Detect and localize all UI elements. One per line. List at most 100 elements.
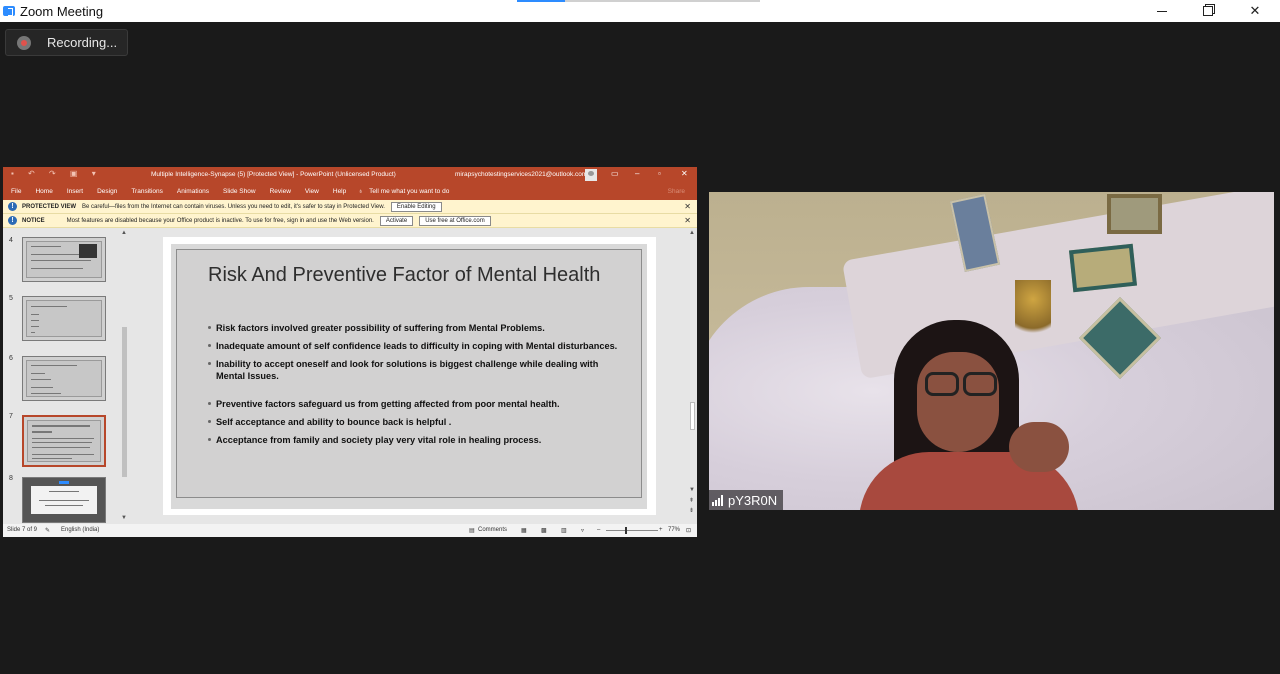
slide-canvas: Risk And Preventive Factor of Mental Hea… bbox=[163, 237, 656, 515]
tab-help[interactable]: Help bbox=[333, 188, 346, 195]
close-icon[interactable]: ✕ bbox=[684, 202, 691, 211]
current-slide[interactable]: Risk And Preventive Factor of Mental Hea… bbox=[171, 244, 647, 509]
share-tab-indicator bbox=[517, 0, 565, 2]
enable-editing-button[interactable]: Enable Editing bbox=[390, 201, 442, 212]
slide-thumbnail-selected[interactable] bbox=[22, 415, 106, 467]
slide-thumbnail-pane: 4 5 6 7 8 ▲ ▼ bbox=[3, 229, 129, 523]
participant-hand bbox=[1009, 422, 1069, 472]
thumbnail-preview bbox=[26, 300, 102, 337]
connection-signal-icon bbox=[712, 494, 723, 506]
tab-transitions[interactable]: Transitions bbox=[131, 188, 163, 195]
slide-thumbnail[interactable] bbox=[22, 296, 106, 341]
participant-name-tag: pY3R0N bbox=[709, 490, 784, 510]
fit-to-window-icon[interactable]: ⊡ bbox=[686, 527, 691, 534]
participant-video[interactable]: pY3R0N bbox=[709, 192, 1274, 510]
scroll-down-icon[interactable]: ▼ bbox=[121, 515, 127, 521]
previous-slide-icon[interactable]: ⇞ bbox=[689, 497, 694, 504]
tab-review[interactable]: Review bbox=[270, 188, 291, 195]
share-button[interactable]: Share bbox=[668, 188, 685, 195]
slide-thumbnail[interactable] bbox=[22, 356, 106, 401]
thumbnail-number: 8 bbox=[9, 475, 13, 482]
participant-name: pY3R0N bbox=[728, 492, 778, 508]
ppt-ribbon-display-icon[interactable]: ▭ bbox=[611, 169, 619, 178]
thumbnail-preview bbox=[31, 486, 97, 514]
tab-design[interactable]: Design bbox=[97, 188, 117, 195]
thumbnail-scrollbar[interactable]: ▲ ▼ bbox=[120, 229, 129, 523]
close-icon[interactable]: ✕ bbox=[684, 216, 691, 225]
tab-animations[interactable]: Animations bbox=[177, 188, 209, 195]
ppt-user-email: mirapsychotestingservices2021@outlook.co… bbox=[455, 171, 588, 178]
bullet-item: Self acceptance and ability to bounce ba… bbox=[208, 416, 628, 428]
ppt-close-icon[interactable]: ✕ bbox=[681, 169, 688, 178]
close-button[interactable]: ✕ bbox=[1232, 0, 1278, 22]
lightbulb-icon: ♁ bbox=[358, 188, 364, 195]
thumbnail-number: 7 bbox=[9, 413, 13, 420]
thumbnail-preview bbox=[26, 360, 102, 397]
bullet-item: Acceptance from family and society play … bbox=[208, 434, 628, 446]
ppt-title-bar: ▪ ↶ ↷ ▣ ▾ Multiple Intelligence-Synapse … bbox=[3, 167, 697, 183]
minimize-button[interactable] bbox=[1139, 0, 1185, 22]
tab-file[interactable]: File bbox=[11, 188, 21, 195]
record-icon bbox=[17, 35, 31, 50]
activate-button[interactable]: Activate bbox=[379, 215, 414, 226]
scroll-up-icon[interactable]: ▲ bbox=[689, 230, 695, 236]
language-indicator[interactable]: English (India) bbox=[61, 527, 99, 533]
next-slide-icon[interactable]: ⇟ bbox=[689, 507, 694, 514]
notice-banner: ! NOTICE Most features are disabled beca… bbox=[3, 214, 697, 228]
zoom-title-bar: Zoom Meeting ✕ bbox=[0, 0, 1280, 22]
ppt-ribbon-tabs: File Home Insert Design Transitions Anim… bbox=[3, 183, 697, 200]
scroll-up-icon[interactable]: ▲ bbox=[121, 230, 127, 236]
normal-view-icon[interactable]: ▦ bbox=[521, 527, 527, 534]
bullet-item: Inability to accept oneself and look for… bbox=[208, 358, 628, 382]
ppt-restore-icon[interactable]: ▫ bbox=[658, 169, 661, 178]
recording-label: Recording... bbox=[47, 35, 118, 50]
zoom-in-icon[interactable]: + bbox=[659, 527, 663, 533]
recording-indicator[interactable]: Recording... bbox=[5, 29, 128, 56]
slide-thumbnail[interactable] bbox=[22, 237, 106, 282]
thumbnail-preview bbox=[27, 420, 101, 462]
slide-frame: Risk And Preventive Factor of Mental Hea… bbox=[176, 249, 642, 498]
slide-sorter-icon[interactable]: ▩ bbox=[541, 527, 547, 534]
participant-face bbox=[917, 352, 999, 452]
tab-home[interactable]: Home bbox=[35, 188, 52, 195]
comments-button[interactable]: Comments bbox=[478, 527, 507, 533]
tab-view[interactable]: View bbox=[305, 188, 319, 195]
slide-title: Risk And Preventive Factor of Mental Hea… bbox=[208, 264, 601, 286]
zoom-out-icon[interactable]: – bbox=[597, 527, 600, 533]
restore-button[interactable] bbox=[1185, 0, 1231, 22]
participant-glasses bbox=[921, 372, 997, 396]
protected-view-message: Be careful—files from the Internet can c… bbox=[82, 203, 385, 210]
tab-insert[interactable]: Insert bbox=[67, 188, 83, 195]
ppt-document-title: Multiple Intelligence-Synapse (5) [Prote… bbox=[151, 171, 396, 178]
ppt-quick-access-icons: ▪ ↶ ↷ ▣ ▾ bbox=[11, 169, 102, 178]
ppt-user-avatar[interactable] bbox=[585, 169, 597, 181]
protected-view-label: PROTECTED VIEW bbox=[22, 203, 77, 210]
notice-label: NOTICE bbox=[22, 217, 45, 224]
thumbnail-number: 6 bbox=[9, 355, 13, 362]
zoom-slider[interactable] bbox=[606, 530, 658, 531]
tell-me-search[interactable]: Tell me what you want to do bbox=[369, 188, 449, 195]
slide-editing-area: Risk And Preventive Factor of Mental Hea… bbox=[130, 229, 697, 523]
ppt-status-bar: Slide 7 of 9 ✎ English (India) ▤ Comment… bbox=[3, 524, 697, 537]
spellcheck-icon[interactable]: ✎ bbox=[45, 527, 50, 534]
scrollbar-thumb[interactable] bbox=[122, 327, 127, 477]
slide-thumbnail[interactable] bbox=[22, 477, 106, 523]
comments-icon[interactable]: ▤ bbox=[469, 527, 475, 534]
info-icon: ! bbox=[8, 202, 17, 211]
wall-frame bbox=[1068, 243, 1138, 293]
slide-scrollbar[interactable]: ▲ ▼ ⇞ ⇟ bbox=[688, 229, 697, 523]
scroll-down-icon[interactable]: ▼ bbox=[689, 487, 695, 493]
thumbnail-preview bbox=[26, 241, 102, 278]
thumbnail-number: 5 bbox=[9, 295, 13, 302]
shared-screen-powerpoint: ▪ ↶ ↷ ▣ ▾ Multiple Intelligence-Synapse … bbox=[3, 167, 697, 537]
zoom-slider-thumb[interactable] bbox=[625, 527, 627, 534]
use-free-office-button[interactable]: Use free at Office.com bbox=[419, 215, 491, 226]
notice-message: Most features are disabled because your … bbox=[66, 217, 374, 224]
bullet-item: Inadequate amount of self confidence lea… bbox=[208, 340, 628, 352]
ppt-minimize-icon[interactable]: – bbox=[635, 169, 639, 178]
reading-view-icon[interactable]: ▥ bbox=[561, 527, 567, 534]
scrollbar-thumb[interactable] bbox=[690, 402, 695, 430]
slideshow-icon[interactable]: ▿ bbox=[581, 527, 584, 534]
tab-slide-show[interactable]: Slide Show bbox=[223, 188, 256, 195]
zoom-level[interactable]: 77% bbox=[668, 527, 680, 533]
